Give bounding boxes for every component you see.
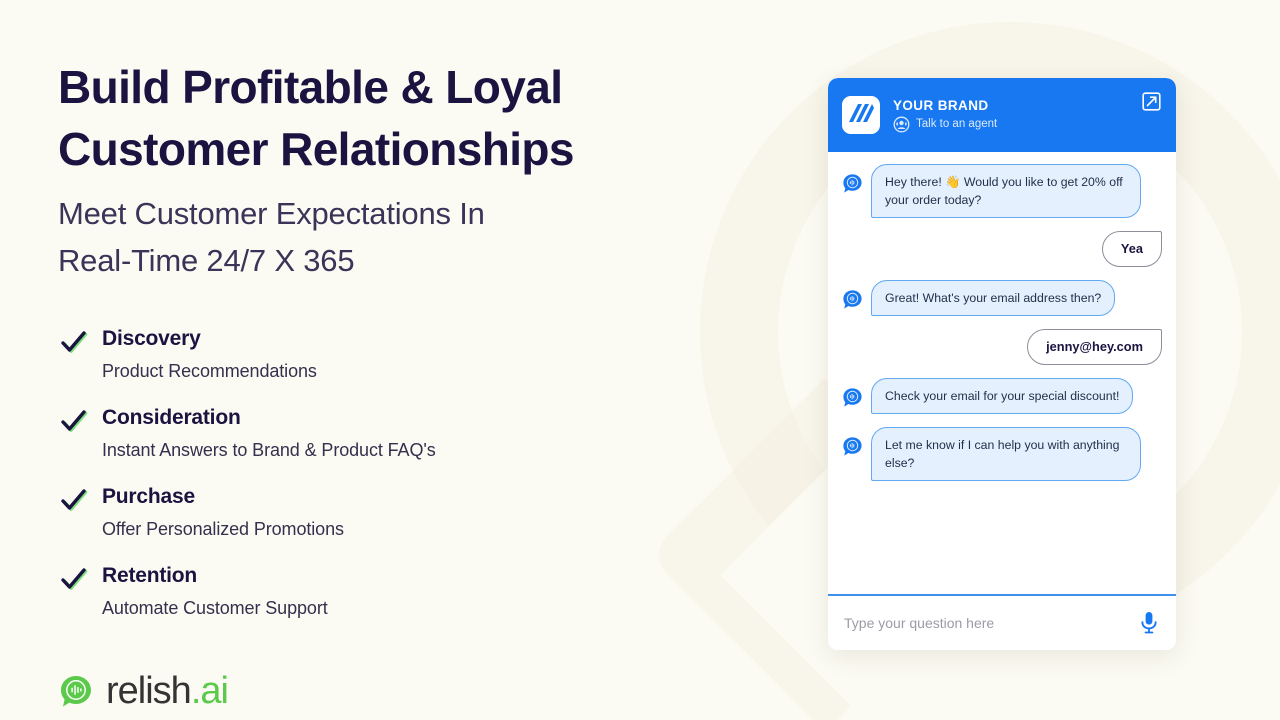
chat-spacer	[842, 494, 1162, 594]
page-title: Build Profitable & Loyal Customer Relati…	[58, 56, 678, 180]
check-icon	[58, 565, 88, 595]
chat-widget-header: YOUR BRAND Talk to an agent	[828, 78, 1176, 152]
chat-message-bot: Check your email for your special discou…	[842, 378, 1162, 414]
brand-meta: YOUR BRAND Talk to an agent	[893, 98, 997, 133]
feature-item-consideration: Consideration Instant Answers to Brand &…	[58, 405, 678, 462]
talk-to-agent-row[interactable]: Talk to an agent	[893, 116, 997, 133]
feature-title: Purchase	[102, 485, 195, 508]
check-icon	[58, 328, 88, 358]
logo-suffix: .ai	[190, 670, 229, 712]
check-icon	[58, 407, 88, 437]
bot-bubble-icon	[842, 436, 863, 457]
brand-name: YOUR BRAND	[893, 97, 989, 113]
hero-content: Build Profitable & Loyal Customer Relati…	[58, 56, 678, 710]
chat-message-user: Yea	[842, 231, 1162, 267]
check-icon	[58, 486, 88, 516]
expand-arrow-icon[interactable]	[1142, 92, 1161, 111]
relish-logo[interactable]: relish.ai	[58, 672, 678, 710]
relish-logo-text: relish.ai	[106, 670, 229, 712]
feature-item-retention: Retention Automate Customer Support	[58, 563, 678, 620]
chat-question-input[interactable]	[844, 615, 1130, 631]
agent-headset-icon	[893, 116, 910, 133]
feature-list: Discovery Product Recommendations Consid…	[58, 326, 678, 620]
chat-bubble-bot: Check your email for your special discou…	[871, 378, 1134, 414]
relish-chat-bubble-icon	[58, 673, 94, 709]
page-subtitle: Meet Customer Expectations In Real-Time …	[58, 190, 678, 284]
bot-bubble-icon	[842, 173, 863, 194]
bot-bubble-icon	[842, 387, 863, 408]
feature-item-purchase: Purchase Offer Personalized Promotions	[58, 484, 678, 541]
feature-description: Product Recommendations	[102, 361, 317, 381]
logo-word: relish	[106, 670, 192, 712]
feature-title: Retention	[102, 564, 198, 587]
feature-title: Consideration	[102, 406, 241, 429]
chat-message-user: jenny@hey.com	[842, 329, 1162, 365]
feature-description: Instant Answers to Brand & Product FAQ's	[102, 440, 436, 460]
feature-description: Automate Customer Support	[102, 598, 328, 618]
chat-message-list: Hey there! 👋 Would you like to get 20% o…	[828, 146, 1176, 594]
subhead-line-2: Real-Time 24/7 X 365	[58, 243, 355, 278]
chat-input-bar	[828, 594, 1176, 650]
bot-bubble-icon	[842, 289, 863, 310]
agent-label: Talk to an agent	[916, 118, 998, 130]
feature-item-discovery: Discovery Product Recommendations	[58, 326, 678, 383]
headline-line-1: Build Profitable & Loyal	[58, 61, 563, 113]
microphone-icon[interactable]	[1138, 610, 1160, 636]
headline-line-2: Customer Relationships	[58, 123, 574, 175]
feature-description: Offer Personalized Promotions	[102, 519, 344, 539]
chat-message-bot: Hey there! 👋 Would you like to get 20% o…	[842, 164, 1162, 218]
chat-bubble-bot: Great! What's your email address then?	[871, 280, 1116, 316]
chat-message-bot: Great! What's your email address then?	[842, 280, 1162, 316]
chat-widget: YOUR BRAND Talk to an agent Hey there! 👋…	[828, 78, 1176, 650]
chat-bubble-user: jenny@hey.com	[1027, 329, 1162, 365]
brand-slashes-icon	[842, 96, 880, 134]
subhead-line-1: Meet Customer Expectations In	[58, 196, 485, 231]
chat-bubble-user: Yea	[1101, 231, 1162, 267]
chat-bubble-bot: Let me know if I can help you with anyth…	[871, 427, 1141, 481]
chat-message-bot: Let me know if I can help you with anyth…	[842, 427, 1162, 481]
chat-bubble-bot: Hey there! 👋 Would you like to get 20% o…	[871, 164, 1141, 218]
feature-title: Discovery	[102, 327, 201, 350]
